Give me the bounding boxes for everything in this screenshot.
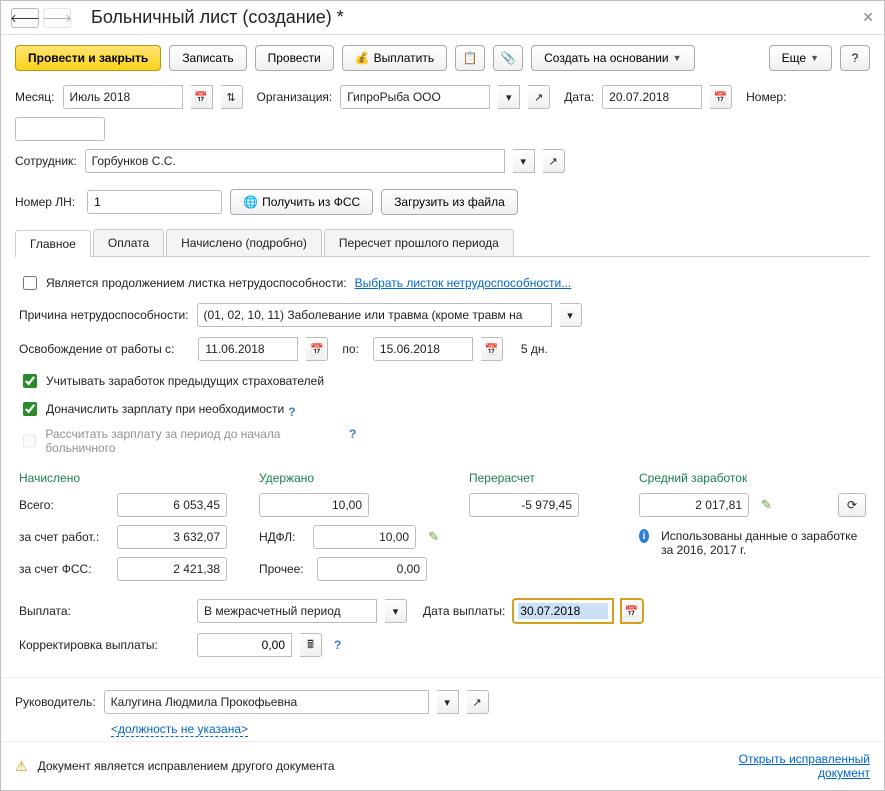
other-label: Прочее: xyxy=(259,562,309,576)
report-icon-button[interactable]: 📋 xyxy=(455,45,485,71)
include-prev-checkbox[interactable]: Учитывать заработок предыдущих страховат… xyxy=(19,371,324,391)
pay-button[interactable]: 💰Выплатить xyxy=(342,45,447,71)
total-label: Всего: xyxy=(19,498,109,512)
calendar-icon[interactable]: 📅 xyxy=(306,337,328,361)
help-icon[interactable]: ? xyxy=(334,638,341,652)
calendar-icon[interactable]: 📅 xyxy=(710,85,732,109)
spin-up-down-icon[interactable]: ⇅ xyxy=(221,85,243,109)
close-icon[interactable]: ✕ xyxy=(862,9,874,26)
window-title: Больничный лист (создание) * xyxy=(91,7,862,28)
warning-text: Документ является исправлением другого д… xyxy=(38,759,335,773)
more-button[interactable]: Еще▼ xyxy=(769,45,832,71)
employee-field[interactable] xyxy=(90,153,500,169)
cause-field[interactable] xyxy=(202,307,547,323)
nav-back[interactable]: 🡐 xyxy=(11,8,39,28)
coins-icon: 💰 xyxy=(355,51,370,65)
recalc-prior-checkbox: Рассчитать зарплату за период до начала … xyxy=(19,427,339,455)
dropdown-icon[interactable]: ▾ xyxy=(560,303,582,327)
open-icon[interactable]: ↗ xyxy=(467,690,489,714)
date-label: Дата: xyxy=(564,90,594,104)
position-link[interactable]: <должность не указана> xyxy=(111,722,248,737)
post-button[interactable]: Провести xyxy=(255,45,334,71)
open-icon[interactable]: ↗ xyxy=(543,149,565,173)
avg-field[interactable] xyxy=(644,497,744,513)
attach-icon-button[interactable]: 📎 xyxy=(493,45,523,71)
globe-icon: 🌐 xyxy=(243,195,258,209)
tab-main[interactable]: Главное xyxy=(15,230,91,257)
date-to-field[interactable] xyxy=(378,341,468,357)
month-label: Месяц: xyxy=(15,90,55,104)
info-icon: i xyxy=(639,529,649,543)
withheld-header: Удержано xyxy=(259,471,439,485)
nav-forward[interactable]: 🡒 xyxy=(43,8,71,28)
ndfl-label: НДФЛ: xyxy=(259,530,305,544)
total-field[interactable] xyxy=(122,497,222,513)
date-from-field[interactable] xyxy=(203,341,293,357)
warning-icon: ⚠ xyxy=(15,758,28,775)
get-from-fss-button[interactable]: 🌐Получить из ФСС xyxy=(230,189,373,215)
payment-mode-field[interactable] xyxy=(202,603,372,619)
employer-label: за счет работ.: xyxy=(19,530,109,544)
employer-field[interactable] xyxy=(122,529,222,545)
correction-field[interactable] xyxy=(202,637,287,653)
employee-label: Сотрудник: xyxy=(15,154,77,168)
help-button[interactable]: ? xyxy=(840,45,870,71)
other-field[interactable] xyxy=(322,561,422,577)
info-text: Использованы данные о заработке за 2016,… xyxy=(661,529,866,557)
help-icon[interactable]: ? xyxy=(349,427,356,441)
calendar-icon[interactable]: 📅 xyxy=(191,85,213,109)
num-label: Номер: xyxy=(746,90,786,104)
date-field[interactable] xyxy=(607,89,697,105)
cause-label: Причина нетрудоспособности: xyxy=(19,308,189,322)
withheld-total-field[interactable] xyxy=(264,497,364,513)
num-field[interactable] xyxy=(20,121,100,137)
accrued-header: Начислено xyxy=(19,471,229,485)
payment-date-label: Дата выплаты: xyxy=(423,604,505,618)
dropdown-icon[interactable]: ▾ xyxy=(498,85,520,109)
ndfl-field[interactable] xyxy=(318,529,411,545)
org-field[interactable] xyxy=(345,89,485,105)
open-icon[interactable]: ↗ xyxy=(528,85,550,109)
dropdown-icon[interactable]: ▾ xyxy=(513,149,535,173)
calendar-icon[interactable]: 📅 xyxy=(481,337,503,361)
write-button[interactable]: Записать xyxy=(169,45,246,71)
edit-icon[interactable]: ✎ xyxy=(761,497,772,513)
month-field[interactable] xyxy=(68,89,178,105)
post-and-close-button[interactable]: Провести и закрыть xyxy=(15,45,161,71)
tab-payment[interactable]: Оплата xyxy=(93,229,164,256)
days-label: 5 дн. xyxy=(521,342,548,356)
recalc-salary-checkbox[interactable]: Доначислить зарплату при необходимости xyxy=(19,399,284,419)
payment-label: Выплата: xyxy=(19,604,189,618)
load-from-file-button[interactable]: Загрузить из файла xyxy=(381,189,518,215)
refresh-icon[interactable]: ⟳ xyxy=(838,493,866,517)
help-icon[interactable]: ? xyxy=(288,405,295,419)
avg-header: Средний заработок xyxy=(639,471,866,485)
choose-ln-link[interactable]: Выбрать листок нетрудоспособности... xyxy=(355,276,572,290)
calc-icon[interactable]: 🖩 xyxy=(300,633,322,657)
ln-label: Номер ЛН: xyxy=(15,195,75,209)
to-label: по: xyxy=(342,342,359,356)
manager-field[interactable] xyxy=(109,694,424,710)
chevron-down-icon: ▼ xyxy=(810,53,819,63)
tab-recalc[interactable]: Пересчет прошлого периода xyxy=(324,229,514,256)
edit-icon[interactable]: ✎ xyxy=(428,529,439,545)
continuation-checkbox[interactable]: Является продолжением листка нетрудоспос… xyxy=(19,273,347,293)
calendar-icon[interactable]: 📅 xyxy=(621,599,643,623)
chevron-down-icon: ▼ xyxy=(673,53,682,63)
release-label: Освобождение от работы с: xyxy=(19,342,174,356)
fss-field[interactable] xyxy=(122,561,222,577)
dropdown-icon[interactable]: ▾ xyxy=(385,599,407,623)
create-based-button[interactable]: Создать на основании▼ xyxy=(531,45,694,71)
tab-accrued[interactable]: Начислено (подробно) xyxy=(166,229,322,256)
manager-label: Руководитель: xyxy=(15,695,96,709)
correction-label: Корректировка выплаты: xyxy=(19,638,189,652)
payment-date-field[interactable] xyxy=(518,603,608,619)
ln-field[interactable] xyxy=(92,194,217,210)
dropdown-icon[interactable]: ▾ xyxy=(437,690,459,714)
recalc-header: Перерасчет xyxy=(469,471,609,485)
org-label: Организация: xyxy=(257,90,333,104)
recalc-field[interactable] xyxy=(474,497,574,513)
fss-label: за счет ФСС: xyxy=(19,562,109,576)
open-corrected-link[interactable]: Открыть исправленный документ xyxy=(720,752,870,780)
